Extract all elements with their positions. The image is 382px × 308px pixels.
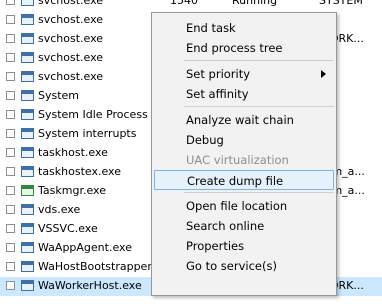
row-checkbox[interactable] — [6, 262, 15, 271]
menu-item-label: UAC virtualization — [186, 153, 289, 167]
process-row[interactable]: svchost.exe 1540 Running SYSTEM — [0, 0, 382, 11]
service-host-icon — [21, 71, 34, 82]
row-checkbox[interactable] — [6, 15, 15, 24]
row-checkbox[interactable] — [6, 224, 15, 233]
menu-item-label: Open file location — [186, 199, 288, 213]
process-name: WaHostBootstrapper. — [38, 260, 155, 273]
menu-item-label: End process tree — [186, 41, 283, 55]
process-pid: 1540 — [170, 0, 198, 7]
process-name: System Idle Process — [38, 108, 148, 121]
row-checkbox[interactable] — [6, 34, 15, 43]
menu-separator — [184, 60, 334, 61]
service-host-icon — [21, 33, 34, 44]
process-name: WaAppAgent.exe — [38, 241, 132, 254]
menu-item-label: Go to service(s) — [186, 259, 277, 273]
process-name: System interrupts — [38, 127, 137, 140]
service-host-icon — [21, 0, 34, 6]
process-name: svchost.exe — [38, 51, 104, 64]
row-checkbox[interactable] — [6, 72, 15, 81]
process-name: WaWorkerHost.exe — [38, 279, 142, 292]
menu-item-label: End task — [186, 21, 236, 35]
process-icon — [21, 280, 34, 291]
row-checkbox[interactable] — [6, 205, 15, 214]
menu-item-search-online[interactable]: Search online — [154, 216, 334, 236]
process-name: Taskmgr.exe — [38, 184, 106, 197]
menu-item-label: Properties — [186, 239, 245, 253]
row-checkbox[interactable] — [6, 148, 15, 157]
system-process-icon — [21, 90, 34, 101]
menu-separator — [184, 192, 334, 193]
context-menu: End task End process tree Set priority Set … — [151, 12, 337, 296]
process-status: Running — [232, 0, 278, 7]
row-checkbox[interactable] — [6, 129, 15, 138]
process-user: SYSTEM — [319, 0, 363, 7]
row-checkbox[interactable] — [6, 186, 15, 195]
process-icon — [21, 223, 34, 234]
menu-item-label: Create dump file — [187, 174, 284, 188]
service-host-icon — [21, 14, 34, 25]
menu-item-label: Set priority — [186, 67, 251, 81]
process-icon — [21, 261, 34, 272]
menu-item-go-to-services[interactable]: Go to service(s) — [154, 256, 334, 276]
process-name: svchost.exe — [38, 32, 104, 45]
row-checkbox[interactable] — [6, 53, 15, 62]
system-process-icon — [21, 109, 34, 120]
row-checkbox[interactable] — [6, 110, 15, 119]
menu-item-label: Analyze wait chain — [186, 113, 294, 127]
row-checkbox[interactable] — [6, 243, 15, 252]
menu-item-debug[interactable]: Debug — [154, 130, 334, 150]
row-checkbox[interactable] — [6, 0, 15, 5]
process-name: svchost.exe — [38, 13, 104, 26]
process-name: vds.exe — [38, 203, 81, 216]
system-process-icon — [21, 128, 34, 139]
process-name: System — [38, 89, 80, 102]
row-checkbox[interactable] — [6, 281, 15, 290]
row-checkbox[interactable] — [6, 91, 15, 100]
menu-item-uac-virtualization: UAC virtualization — [154, 150, 334, 170]
menu-item-end-process-tree[interactable]: End process tree — [154, 38, 334, 58]
process-name: svchost.exe — [38, 70, 104, 83]
row-checkbox[interactable] — [6, 167, 15, 176]
menu-item-label: Debug — [186, 133, 224, 147]
process-icon — [21, 166, 34, 177]
menu-item-analyze-wait-chain[interactable]: Analyze wait chain — [154, 110, 334, 130]
process-name: svchost.exe — [38, 0, 104, 7]
menu-item-set-priority[interactable]: Set priority — [154, 64, 334, 84]
menu-item-create-dump-file[interactable]: Create dump file — [154, 170, 334, 190]
menu-separator — [184, 106, 334, 107]
process-icon — [21, 204, 34, 215]
process-name: taskhostex.exe — [38, 165, 121, 178]
menu-item-label: Search online — [186, 219, 265, 233]
process-icon — [21, 242, 34, 253]
process-name: taskhost.exe — [38, 146, 108, 159]
service-host-icon — [21, 52, 34, 63]
menu-item-open-file-location[interactable]: Open file location — [154, 196, 334, 216]
menu-item-end-task[interactable]: End task — [154, 18, 334, 38]
menu-item-label: Set affinity — [186, 87, 249, 101]
task-manager-icon — [21, 185, 34, 196]
menu-item-properties[interactable]: Properties — [154, 236, 334, 256]
process-name: VSSVC.exe — [38, 222, 98, 235]
process-icon — [21, 147, 34, 158]
submenu-arrow-icon — [321, 70, 326, 78]
menu-item-set-affinity[interactable]: Set affinity — [154, 84, 334, 104]
